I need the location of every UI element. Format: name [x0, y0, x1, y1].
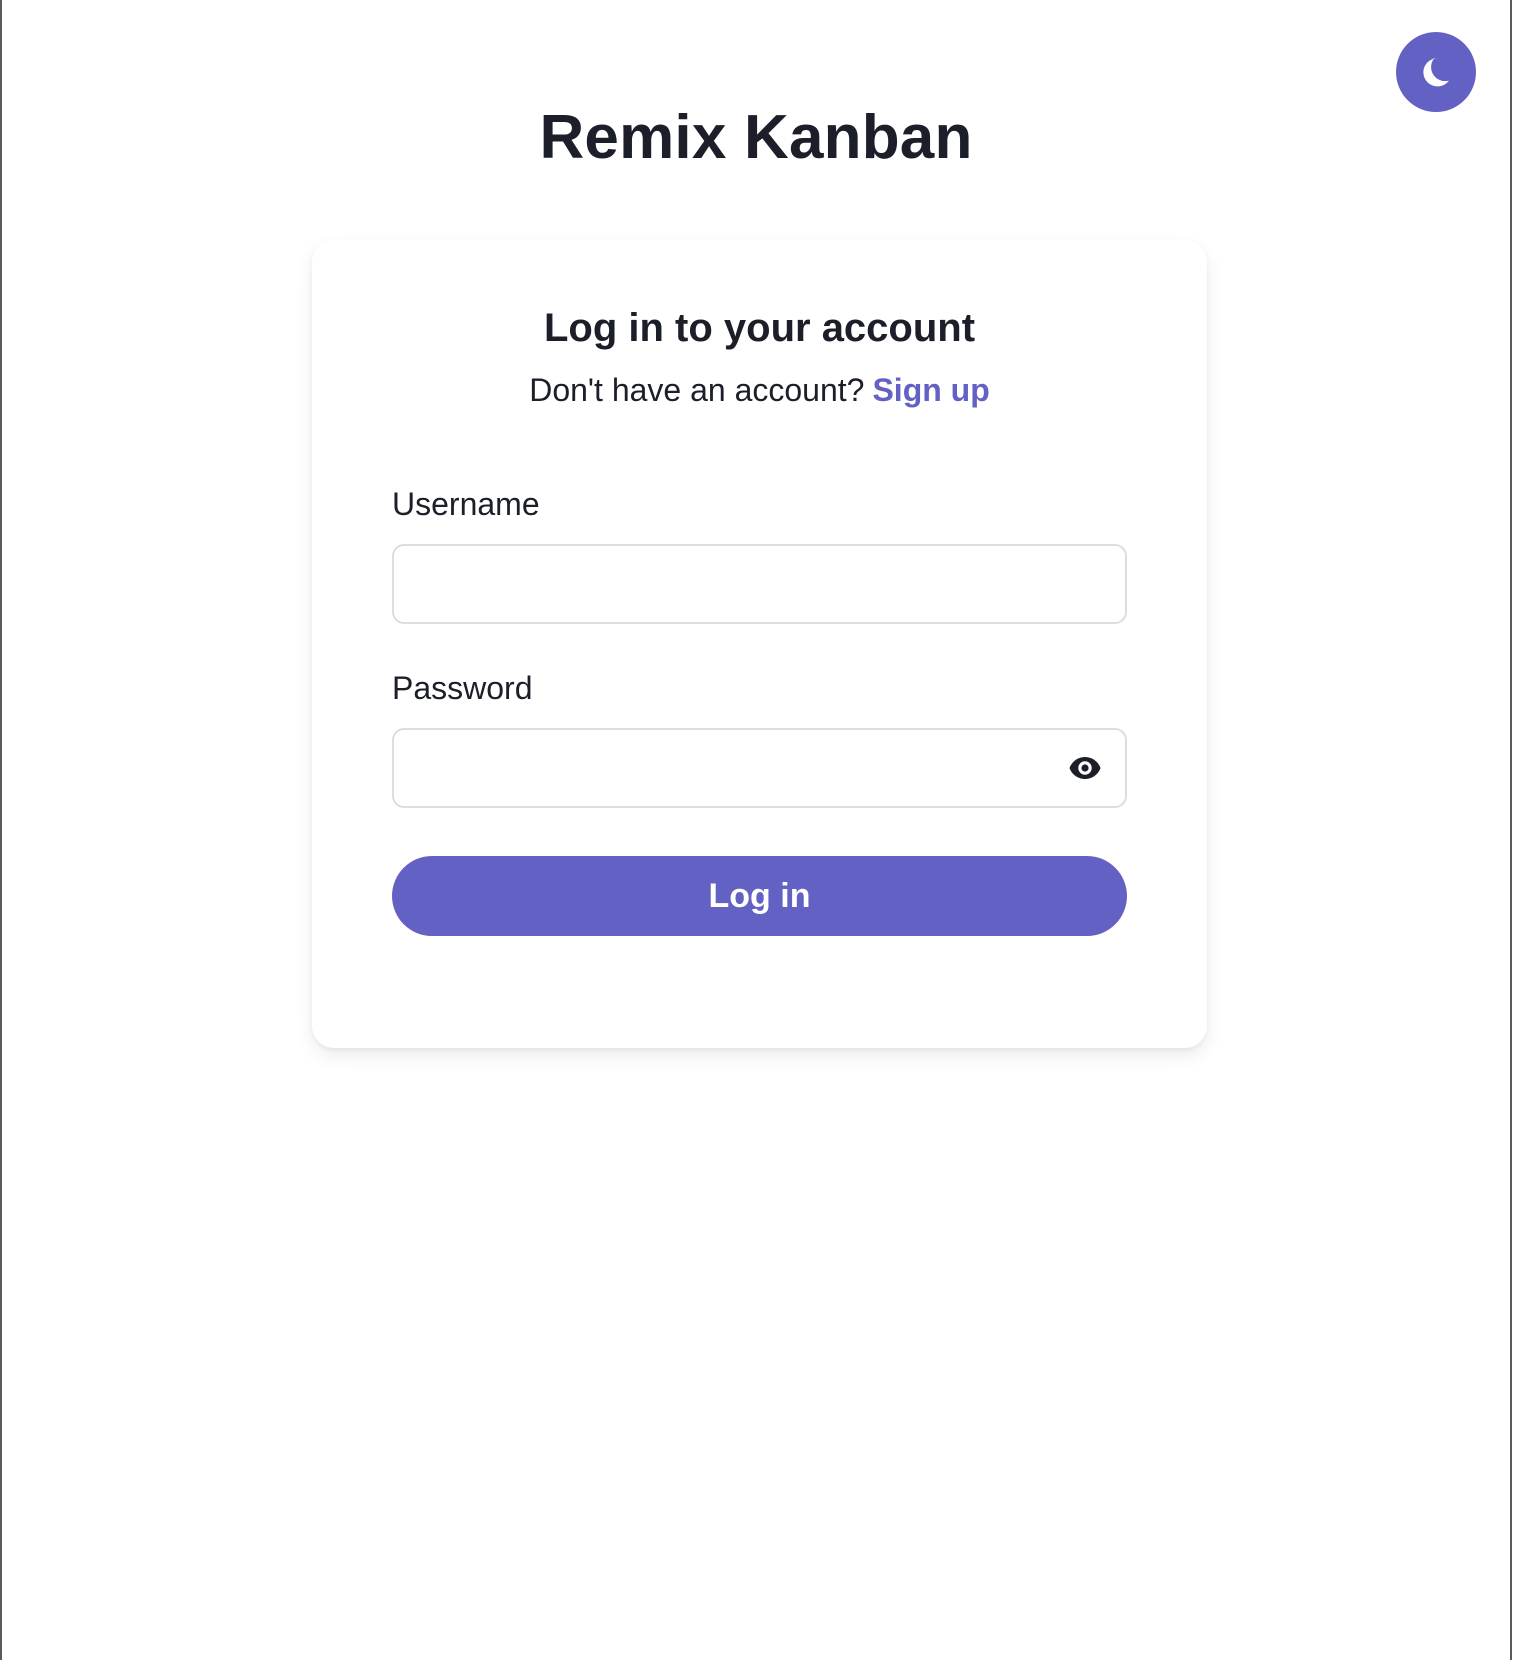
login-card: Log in to your account Don't have an acc…	[312, 240, 1207, 1048]
app-title: Remix Kanban	[539, 103, 973, 172]
password-label: Password	[392, 670, 533, 706]
signup-link[interactable]: Sign up	[872, 372, 989, 408]
eye-icon	[1068, 755, 1102, 781]
login-heading: Log in to your account	[543, 306, 976, 350]
signup-prompt-text: Don't have an account?	[529, 372, 865, 408]
username-input[interactable]	[392, 544, 1127, 624]
login-button[interactable]: Log in	[392, 856, 1127, 936]
show-password-button[interactable]	[1065, 748, 1105, 788]
login-page: Remix Kanban Log in to your account Don'…	[0, 0, 1512, 1660]
moon-icon	[1419, 55, 1453, 89]
signup-prompt-line: Don't have an account? Sign up	[312, 368, 1207, 412]
password-input[interactable]	[392, 728, 1127, 808]
username-label: Username	[392, 486, 540, 522]
